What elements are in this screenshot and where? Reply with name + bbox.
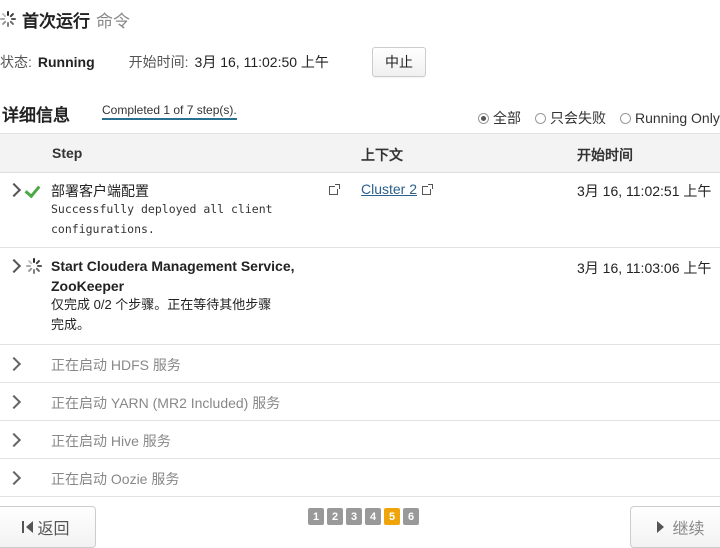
spinner-icon: [26, 258, 42, 274]
column-context: 上下文: [361, 147, 403, 163]
start-time-value: 3月 16, 11:02:50 上午: [194, 54, 329, 70]
external-link-icon[interactable]: [422, 184, 433, 195]
step-name: 正在启动 Hive 服务: [51, 433, 171, 449]
step-start-time: 3月 16, 11:03:06 上午: [577, 260, 712, 276]
spinner-icon: [0, 11, 16, 27]
radio-icon: [620, 112, 631, 124]
start-time-label: 开始时间:: [128, 54, 189, 70]
completed-steps-text: Completed 1 of 7 step(s).: [102, 103, 237, 120]
success-check-icon: [24, 181, 41, 199]
page-indicator[interactable]: 6: [403, 508, 419, 525]
table-row: 正在启动 HDFS 服务: [0, 345, 720, 383]
step-detail: 仅完成 0/2 个步骤。正在等待其他步骤: [51, 297, 272, 312]
page-indicator[interactable]: 3: [346, 508, 362, 525]
step-detail: Successfully deployed all client: [51, 202, 273, 216]
page-indicator-active[interactable]: 5: [384, 508, 400, 525]
filter-running-radio[interactable]: Running Only: [620, 110, 720, 126]
step-name: ZooKeeper: [51, 278, 125, 294]
abort-button[interactable]: 中止: [372, 47, 426, 77]
step-name: 正在启动 YARN (MR2 Included) 服务: [51, 395, 281, 411]
radio-icon: [535, 112, 546, 124]
continue-button[interactable]: 继续: [630, 506, 720, 548]
table-row: 正在启动 Oozie 服务: [0, 459, 720, 497]
page-indicator[interactable]: 4: [365, 508, 381, 525]
expand-chevron-icon[interactable]: [6, 432, 22, 448]
back-bar-icon: [22, 521, 25, 533]
context-link[interactable]: Cluster 2: [361, 181, 417, 197]
step-name: 部署客户端配置: [51, 183, 149, 199]
table-header: Step 上下文 开始时间: [0, 133, 720, 173]
expand-chevron-icon[interactable]: [6, 394, 22, 410]
step-name: 正在启动 Oozie 服务: [51, 471, 180, 487]
back-arrow-icon: [26, 521, 34, 533]
expand-chevron-icon[interactable]: [6, 258, 22, 274]
continue-arrow-icon: [657, 521, 665, 533]
status-bar: 状态: Running 开始时间: 3月 16, 11:02:50 上午: [0, 52, 329, 72]
table-row: 部署客户端配置 Successfully deployed all client…: [0, 171, 720, 248]
filter-all-radio[interactable]: 全部: [478, 108, 521, 128]
step-start-time: 3月 16, 11:02:51 上午: [577, 183, 712, 199]
back-button[interactable]: 返回: [0, 506, 96, 548]
page-title: 首次运行: [22, 11, 90, 31]
page-indicator[interactable]: 2: [327, 508, 343, 525]
step-name: Start Cloudera Management Service,: [51, 258, 295, 274]
expand-chevron-icon[interactable]: [6, 470, 22, 486]
details-heading: 详细信息: [2, 106, 70, 125]
step-name: 正在启动 HDFS 服务: [51, 357, 181, 373]
external-link-icon[interactable]: [329, 184, 340, 195]
table-row: Start Cloudera Management Service, ZooKe…: [0, 248, 720, 345]
table-row: 正在启动 YARN (MR2 Included) 服务: [0, 383, 720, 421]
status-label: 状态:: [0, 54, 32, 70]
expand-chevron-icon[interactable]: [6, 356, 22, 372]
page-header: 首次运行 命令: [0, 6, 130, 32]
step-detail: 完成。: [51, 317, 91, 332]
page-subtitle: 命令: [96, 11, 130, 31]
radio-selected-icon: [478, 112, 489, 124]
step-detail: configurations.: [51, 222, 155, 236]
status-value: Running: [37, 54, 95, 70]
column-step: Step: [52, 145, 83, 161]
column-start-time: 开始时间: [577, 147, 633, 163]
step-filter: 全部 只会失败 Running Only: [478, 108, 720, 128]
table-row: 正在启动 Hive 服务: [0, 421, 720, 459]
page-indicator[interactable]: 1: [308, 508, 324, 525]
expand-chevron-icon[interactable]: [6, 182, 22, 198]
filter-failed-radio[interactable]: 只会失败: [535, 108, 606, 128]
step-pager: 1 2 3 4 5 6: [308, 508, 422, 525]
